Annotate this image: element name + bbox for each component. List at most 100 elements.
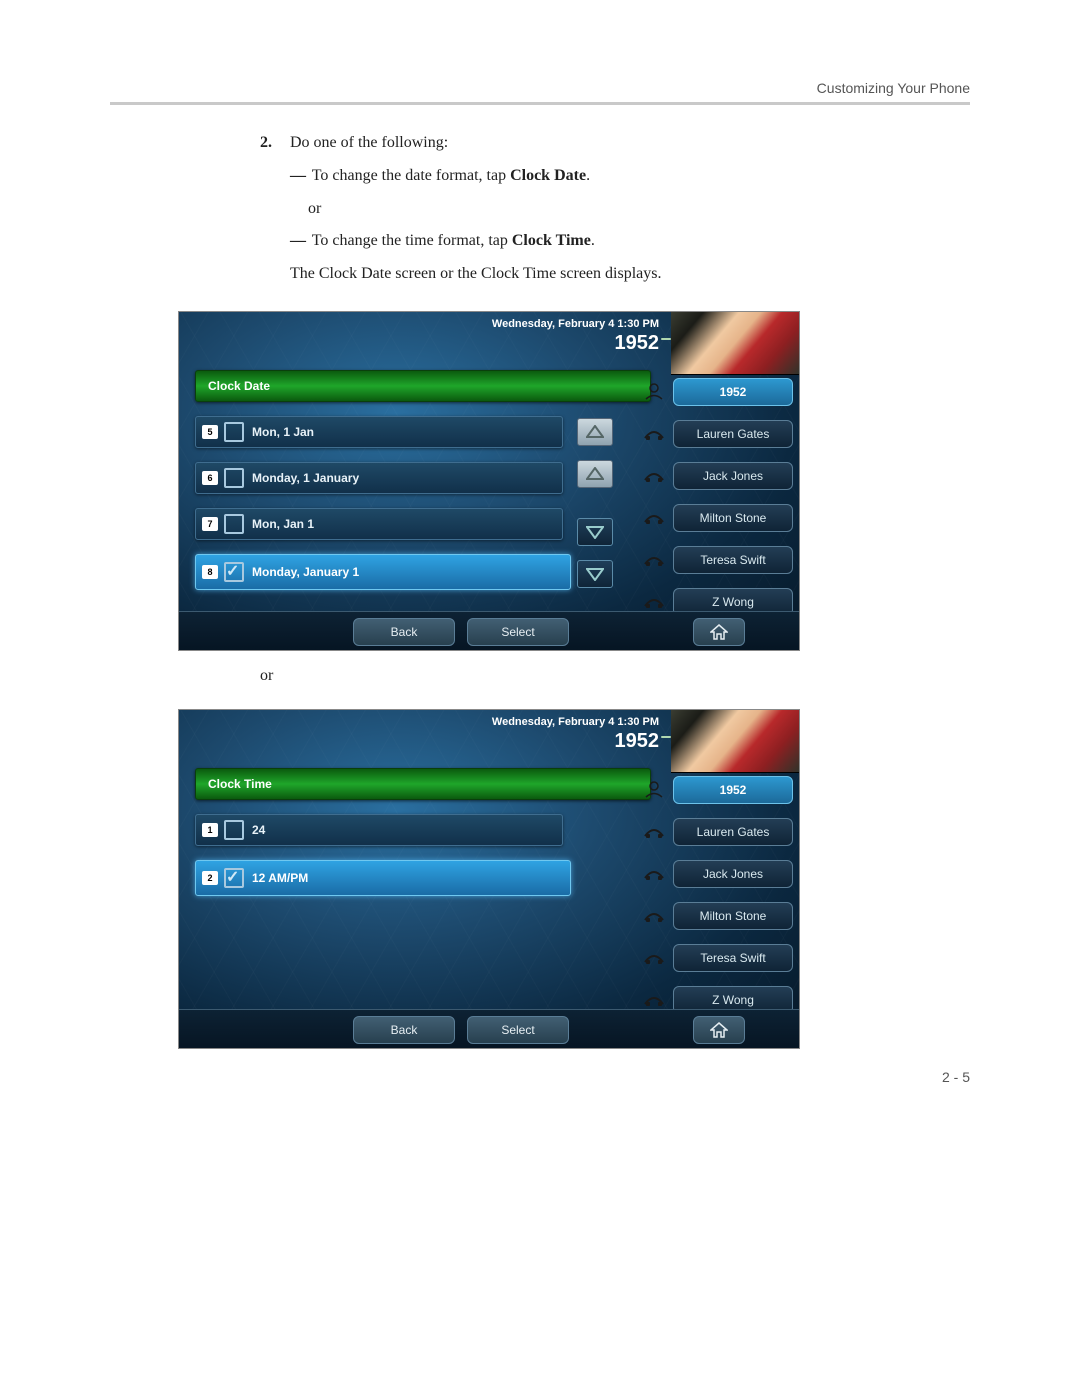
select-button[interactable]: Select [467, 1016, 569, 1044]
page-number: 2 - 5 [110, 1069, 970, 1085]
option-label: 12 AM/PM [252, 871, 308, 885]
dial-icon [643, 550, 665, 568]
line-key[interactable]: 1952 [643, 776, 793, 802]
extension-number: 1952 [615, 730, 660, 753]
dial-icon [643, 424, 665, 442]
dial-icon [643, 906, 665, 924]
line-key-label: Lauren Gates [673, 420, 793, 448]
option-number: 5 [202, 425, 218, 439]
line-keys: 1952 Lauren Gates Jack Jones Milton Ston… [643, 776, 793, 1028]
running-header: Customizing Your Phone [110, 80, 970, 96]
option-label: Mon, Jan 1 [252, 517, 314, 531]
status-datetime: Wednesday, February 4 1:30 PM [492, 716, 659, 728]
step-number: 2. [260, 131, 286, 156]
line-keys: 1952 Lauren Gates Jack Jones Milton Ston… [643, 378, 793, 630]
option-number: 1 [202, 823, 218, 837]
checkbox-icon[interactable] [224, 868, 244, 888]
dial-icon [643, 508, 665, 526]
dial-icon [643, 466, 665, 484]
back-button[interactable]: Back [353, 1016, 455, 1044]
bullet-1-text-c: . [586, 167, 590, 184]
dial-icon [643, 822, 665, 840]
dial-icon [643, 592, 665, 610]
header-rule [110, 102, 970, 105]
option-list: 5 Mon, 1 Jan 6 Monday, 1 January 7 Mon, … [195, 416, 585, 604]
person-icon [643, 382, 665, 400]
option-label: Mon, 1 Jan [252, 425, 314, 439]
extension-number: 1952 [615, 332, 660, 355]
option-number: 2 [202, 871, 218, 885]
bullet-1-text-a: To change the date format, tap [312, 167, 510, 184]
line-key[interactable]: 1952 [643, 378, 793, 404]
line-key[interactable]: Lauren Gates [643, 818, 793, 844]
back-button[interactable]: Back [353, 618, 455, 646]
checkbox-icon[interactable] [224, 468, 244, 488]
line-key-label: Teresa Swift [673, 944, 793, 972]
line-key-label: Milton Stone [673, 504, 793, 532]
select-button[interactable]: Select [467, 618, 569, 646]
option-row[interactable]: 1 24 [195, 814, 563, 846]
line-key[interactable]: Teresa Swift [643, 546, 793, 572]
bullet-2-text-a: To change the time format, tap [312, 232, 512, 249]
option-row[interactable]: 8 Monday, January 1 [195, 554, 571, 590]
bullet-2-bold: Clock Time [512, 232, 591, 249]
scroll-down-icon[interactable] [577, 518, 613, 546]
bullet-1-bold: Clock Date [510, 167, 586, 184]
line-key[interactable]: Lauren Gates [643, 420, 793, 446]
option-label: Monday, January 1 [252, 565, 359, 579]
option-row[interactable]: 5 Mon, 1 Jan [195, 416, 563, 448]
line-key-label: Lauren Gates [673, 818, 793, 846]
bullet-dash: — [290, 229, 308, 254]
scroll-top-icon[interactable] [577, 418, 613, 446]
line-key-label: Jack Jones [673, 462, 793, 490]
instruction-block: 2. Do one of the following: — To change … [290, 131, 930, 287]
line-key-label: Jack Jones [673, 860, 793, 888]
checkbox-icon[interactable] [224, 820, 244, 840]
status-datetime: Wednesday, February 4 1:30 PM [492, 318, 659, 330]
option-row[interactable]: 7 Mon, Jan 1 [195, 508, 563, 540]
option-row[interactable]: 2 12 AM/PM [195, 860, 571, 896]
line-key-label: Teresa Swift [673, 546, 793, 574]
between-or: or [260, 667, 970, 685]
dial-icon [643, 864, 665, 882]
checkbox-icon[interactable] [224, 562, 244, 582]
extension-indicator [661, 736, 671, 738]
scroll-arrows [577, 418, 617, 602]
bullet-dash: — [290, 164, 308, 189]
step-result: The Clock Date screen or the Clock Time … [290, 262, 930, 287]
line-key-label: 1952 [673, 378, 793, 406]
screenshot-clock-date: Wednesday, February 4 1:30 PM 1952 Clock… [178, 311, 800, 651]
line-key[interactable]: Milton Stone [643, 902, 793, 928]
checkbox-icon[interactable] [224, 514, 244, 534]
checkbox-icon[interactable] [224, 422, 244, 442]
option-number: 6 [202, 471, 218, 485]
extension-indicator [661, 338, 671, 340]
scroll-bottom-icon[interactable] [577, 560, 613, 588]
line-key[interactable]: Jack Jones [643, 860, 793, 886]
option-label: Monday, 1 January [252, 471, 359, 485]
screen-title: Clock Time [195, 768, 651, 800]
dial-icon [643, 990, 665, 1008]
scroll-up-icon[interactable] [577, 460, 613, 488]
home-button[interactable] [693, 1016, 745, 1044]
option-row[interactable]: 6 Monday, 1 January [195, 462, 563, 494]
line-key-label: Milton Stone [673, 902, 793, 930]
bullet-or: or [308, 197, 930, 222]
home-button[interactable] [693, 618, 745, 646]
option-number: 8 [202, 565, 218, 579]
option-number: 7 [202, 517, 218, 531]
bullet-2-text-c: . [591, 232, 595, 249]
option-label: 24 [252, 823, 265, 837]
option-list: 1 24 2 12 AM/PM [195, 814, 585, 910]
screen-title: Clock Date [195, 370, 651, 402]
step-intro: Do one of the following: [290, 134, 448, 151]
line-key[interactable]: Teresa Swift [643, 944, 793, 970]
softkey-bar: Back Select [179, 611, 799, 650]
person-icon [643, 780, 665, 798]
dial-icon [643, 948, 665, 966]
line-key[interactable]: Jack Jones [643, 462, 793, 488]
softkey-bar: Back Select [179, 1009, 799, 1048]
screenshot-clock-time: Wednesday, February 4 1:30 PM 1952 Clock… [178, 709, 800, 1049]
line-key-label: 1952 [673, 776, 793, 804]
line-key[interactable]: Milton Stone [643, 504, 793, 530]
